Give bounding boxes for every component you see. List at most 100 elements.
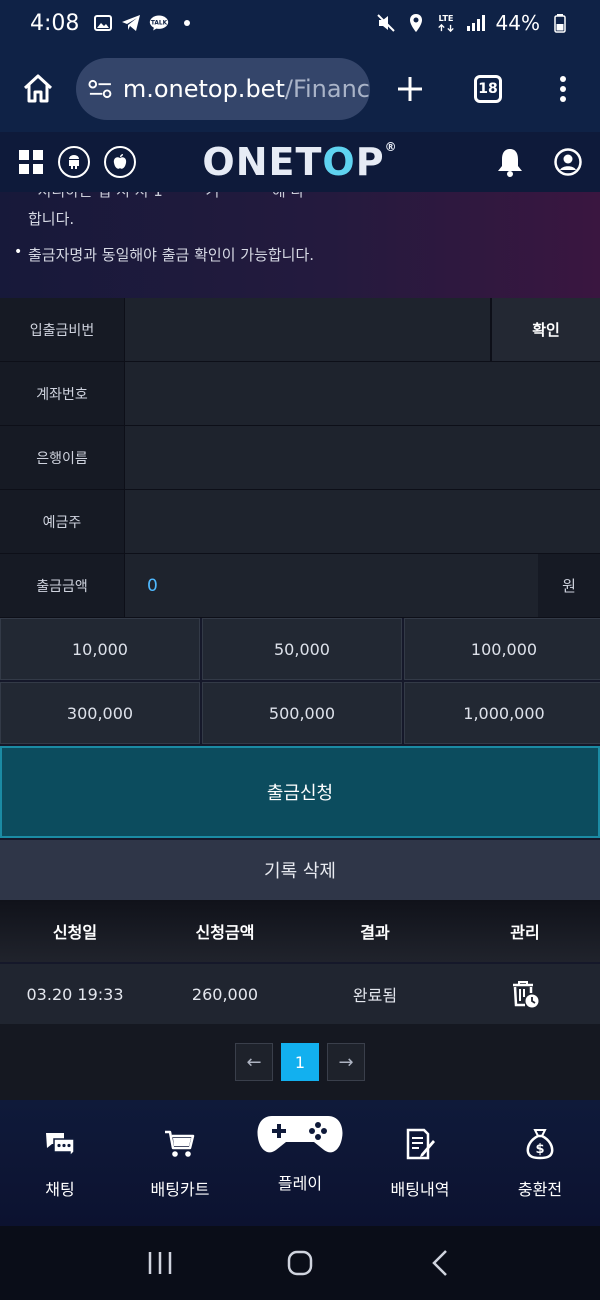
recent-apps-icon <box>148 1252 172 1274</box>
withdraw-request-button[interactable]: 출금신청 <box>0 746 600 838</box>
pin-label: 입출금비번 <box>0 298 124 361</box>
lte-icon: LTE <box>436 13 456 33</box>
tab-switcher-button[interactable]: 18 <box>450 46 526 132</box>
logo-reg-mark: ® <box>384 140 398 154</box>
money-bag-icon: $ <box>526 1126 554 1162</box>
dot-icon <box>177 14 197 32</box>
account-number-input[interactable] <box>124 362 600 425</box>
row-result: 완료됨 <box>352 986 398 1005</box>
bullet-dot: • <box>14 244 23 260</box>
browser-toolbar: m.onetop.bet/Financ 18 <box>0 46 600 132</box>
nav-exchange-label: 충환전 <box>517 1180 563 1199</box>
prev-page-button[interactable]: ← <box>235 1043 273 1081</box>
home-icon <box>23 74 53 103</box>
nav-exchange[interactable]: $ 충환전 <box>480 1100 600 1226</box>
recent-apps-button[interactable] <box>130 1233 190 1293</box>
document-edit-icon <box>405 1126 435 1162</box>
mute-icon <box>376 14 396 32</box>
svg-text:TALK: TALK <box>151 21 168 27</box>
plus-icon <box>398 77 422 101</box>
bell-icon[interactable] <box>496 147 524 177</box>
battery-icon <box>550 14 570 33</box>
gallery-icon <box>93 14 113 32</box>
col-date: 신청일 <box>52 923 98 942</box>
page-button-current[interactable]: 1 <box>281 1043 319 1081</box>
android-back-button[interactable] <box>410 1233 470 1293</box>
bank-row: 은행이름 <box>0 426 600 490</box>
home-square-icon <box>287 1250 313 1276</box>
grid-menu-icon[interactable] <box>18 149 44 175</box>
location-icon <box>406 14 426 32</box>
ios-app-button[interactable] <box>104 146 136 178</box>
nav-bet-history-label: 배팅내역 <box>390 1180 450 1199</box>
chat-icon <box>44 1126 76 1162</box>
telegram-icon <box>121 14 141 32</box>
browser-menu-button[interactable] <box>526 46 600 132</box>
nav-play-label: 플레이 <box>277 1174 323 1193</box>
delete-clock-icon[interactable] <box>510 979 540 1009</box>
amount-button-500000[interactable]: 500,000 <box>202 682 402 744</box>
holder-label: 예금주 <box>0 490 124 553</box>
nav-play[interactable]: 플레이 <box>240 1100 360 1226</box>
nav-bet-cart[interactable]: 배팅카트 <box>120 1100 240 1226</box>
withdraw-notice: · 처리하는 입 시 지 1 · · · · 거 · · · · · 해 다 합… <box>0 192 600 298</box>
amount-label: 출금금액 <box>0 554 124 617</box>
url-path: /Financ <box>284 75 370 103</box>
back-chevron-icon <box>432 1250 447 1276</box>
site-settings-icon[interactable] <box>88 78 113 100</box>
cart-icon <box>164 1126 196 1162</box>
nav-bet-cart-label: 배팅카트 <box>150 1180 210 1199</box>
bank-label: 은행이름 <box>0 426 124 489</box>
amount-button-10000[interactable]: 10,000 <box>0 618 200 680</box>
nav-chat[interactable]: 채팅 <box>0 1100 120 1226</box>
kakaotalk-icon: TALK <box>149 14 169 32</box>
svg-text:LTE: LTE <box>438 13 453 23</box>
url-host: m.onetop.bet <box>122 75 285 103</box>
status-right: LTE 44% <box>376 11 570 35</box>
delete-history-button[interactable]: 기록 삭제 <box>0 840 600 900</box>
pin-confirm-button[interactable]: 확인 <box>490 298 600 361</box>
battery-percent: 44% <box>495 11 540 35</box>
amount-row: 출금금액 0 원 <box>0 554 600 618</box>
android-app-button[interactable] <box>58 146 90 178</box>
logo-part-a: ONET <box>202 140 323 184</box>
user-profile-icon[interactable] <box>554 148 582 176</box>
pin-input[interactable] <box>124 298 490 361</box>
android-icon <box>69 155 79 169</box>
amount-button-1000000[interactable]: 1,000,000 <box>404 682 600 744</box>
bottom-navigation: 채팅 배팅카트 플레이 배팅내역 $ 충환전 <box>0 1100 600 1226</box>
notice-line-1: 합니다. <box>28 210 75 228</box>
address-bar[interactable]: m.onetop.bet/Financ <box>76 58 370 120</box>
next-page-button[interactable]: → <box>327 1043 365 1081</box>
amount-button-50000[interactable]: 50,000 <box>202 618 402 680</box>
history-table-header: 신청일 신청금액 결과 관리 <box>0 900 600 962</box>
signal-icon <box>466 14 486 32</box>
amount-button-100000[interactable]: 100,000 <box>404 618 600 680</box>
amount-input[interactable]: 0 <box>124 554 538 617</box>
android-home-button[interactable] <box>270 1233 330 1293</box>
browser-home-button[interactable] <box>0 46 76 132</box>
logo-part-b: O <box>322 140 356 184</box>
logo-part-c: P <box>355 140 385 184</box>
nav-chat-label: 채팅 <box>45 1180 75 1199</box>
header-left-icons <box>18 146 136 178</box>
gamepad-icon <box>256 1112 344 1158</box>
new-tab-button[interactable] <box>370 46 450 132</box>
notification-icons: TALK <box>93 14 197 32</box>
notice-line-2: 출금자명과 동일해야 출금 확인이 가능합니다. <box>28 246 315 264</box>
url-text: m.onetop.bet/Financ <box>123 75 370 103</box>
col-amount: 신청금액 <box>195 923 255 942</box>
amount-button-300000[interactable]: 300,000 <box>0 682 200 744</box>
col-result: 결과 <box>360 923 390 942</box>
more-vert-icon <box>560 76 566 102</box>
bank-name-input[interactable] <box>124 426 600 489</box>
nav-bet-history[interactable]: 배팅내역 <box>360 1100 480 1226</box>
row-amount: 260,000 <box>191 984 259 1004</box>
account-holder-input[interactable] <box>124 490 600 553</box>
tab-count: 18 <box>474 75 502 103</box>
site-header: ONETOP® <box>0 132 600 192</box>
withdraw-form: 입출금비번 확인 계좌번호 은행이름 예금주 출금금액 0 원 <box>0 298 600 618</box>
system-navigation-bar <box>0 1226 600 1300</box>
apple-icon <box>113 154 127 169</box>
holder-row: 예금주 <box>0 490 600 554</box>
